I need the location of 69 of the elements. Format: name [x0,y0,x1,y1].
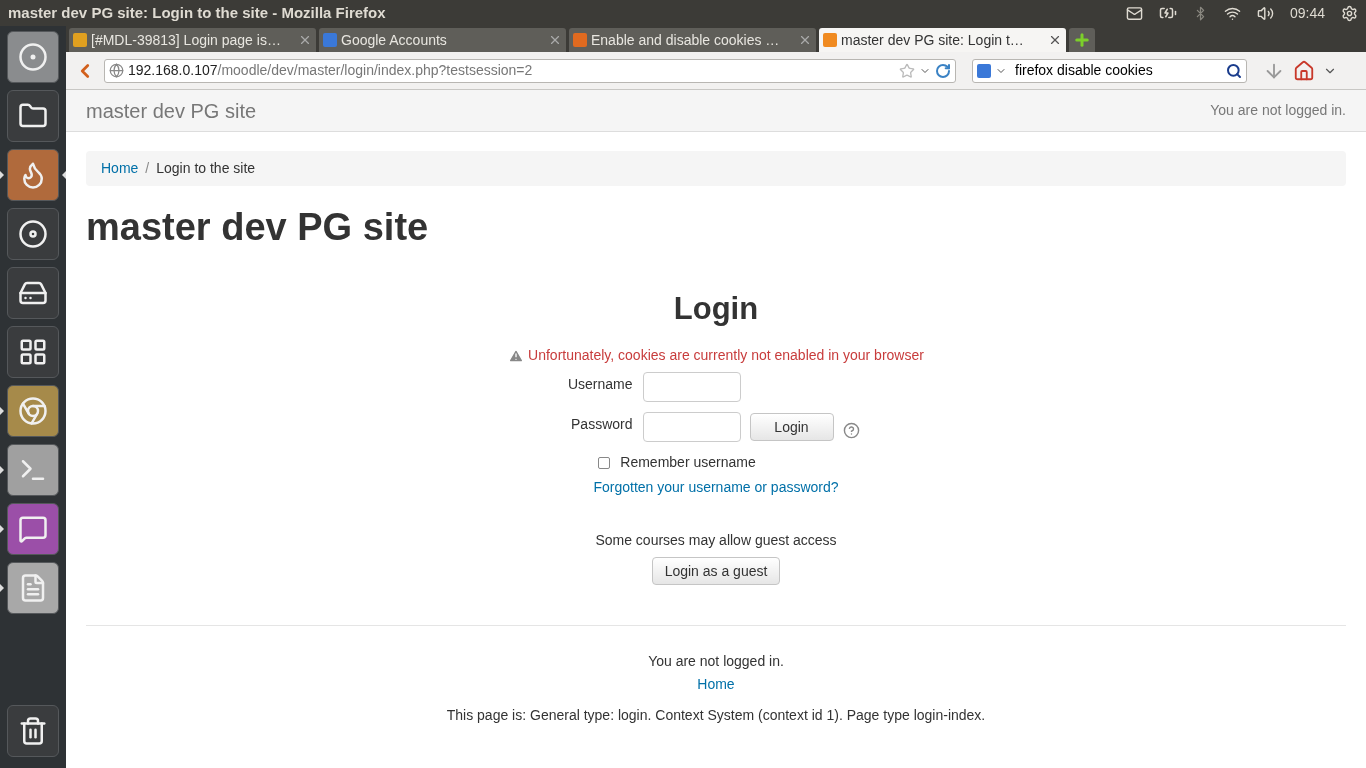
address-field[interactable]: 192.168.0.107/moodle/dev/master/login/index.php?testsession=2 [104,58,956,83]
tab-title: Google Accounts [341,30,447,50]
browser-tab[interactable]: Enable and disable cookies … [569,28,816,52]
launcher-item[interactable] [7,502,59,555]
guest-login-button[interactable]: Login as a guest [651,557,781,585]
login-status: You are not logged in. [1210,101,1346,120]
warning-icon [508,347,525,364]
search-text: firefox disable cookies [1015,61,1153,80]
login-title: Login [673,290,759,328]
tab-title: master dev PG site: Login t… [841,30,1024,50]
window-title: master dev PG site: Login to the site - Mozilla Firefox [8,2,386,23]
close-icon[interactable] [798,33,812,47]
remember-label[interactable]: Remember username [620,452,756,473]
volume-icon[interactable] [1256,4,1274,22]
search-icon[interactable] [1226,62,1242,79]
launcher-item[interactable] [7,148,59,201]
browser-tab[interactable]: Google Accounts [319,28,566,52]
disk-icon [18,218,48,249]
guest-note: Some courses may allow guest access [595,531,837,550]
tab-title: Enable and disable cookies … [591,30,780,50]
launcher-item[interactable] [7,384,59,437]
trash-icon [18,715,48,746]
page-heading: master dev PG site [86,205,430,250]
mail-icon[interactable] [1125,4,1143,22]
launcher-item[interactable] [7,207,59,260]
plus-icon [1073,31,1091,49]
launcher-item[interactable] [7,266,59,319]
favicon-icon [823,33,837,47]
breadcrumb-current: Login to the site [156,159,256,178]
launcher-item[interactable] [7,325,59,378]
launcher-item[interactable] [7,443,59,496]
home-icon[interactable] [1293,59,1315,82]
launcher-item[interactable] [7,30,59,83]
launcher-item[interactable] [7,704,59,757]
username-label: Username [566,375,633,394]
tab-title: [#MDL-39813] Login page is… [91,30,281,50]
new-tab-button[interactable] [1069,28,1095,52]
favicon-icon [323,33,337,47]
footer-home-link[interactable]: Home [697,674,735,695]
help-icon[interactable] [842,421,860,439]
settings-icon[interactable] [1341,4,1358,22]
username-field[interactable] [642,372,741,402]
close-icon[interactable] [548,33,562,47]
breadcrumb-separator: / [145,159,150,178]
search-engine-icon[interactable] [977,63,991,78]
close-icon[interactable] [1048,33,1062,47]
browser-tab[interactable]: [#MDL-39813] Login page is… [69,28,316,52]
forgot-password-link[interactable]: Forgotten your username or password? [593,477,839,498]
launcher-item[interactable] [7,561,59,614]
browser-tab[interactable]: master dev PG site: Login t… [819,28,1066,52]
password-label: Password [570,415,633,434]
favicon-icon [73,33,87,47]
reload-icon[interactable] [935,62,951,79]
url-text: 192.168.0.107/moodle/dev/master/login/index.php?testsession=2 [128,61,533,80]
page-info: This page is: General type: login. Context System (context id 1). Page type login-index. [446,706,986,725]
password-field[interactable] [642,412,741,442]
site-name[interactable]: master dev PG site [86,95,257,126]
login-button[interactable]: Login [749,413,834,441]
close-icon[interactable] [298,33,312,47]
footer-login-status: You are not logged in. [648,652,784,671]
breadcrumb-link[interactable]: Home [101,158,139,179]
remember-checkbox[interactable] [598,456,611,469]
launcher-item[interactable] [7,89,59,142]
cookie-warning: Unfortunately, cookies are currently not enabled in your browser [528,346,924,365]
globe-icon [109,63,124,78]
favicon-icon [573,33,587,47]
search-field[interactable]: firefox disable cookies [972,58,1247,83]
clock[interactable]: 09:44 [1289,2,1325,24]
star-icon[interactable] [899,62,915,79]
